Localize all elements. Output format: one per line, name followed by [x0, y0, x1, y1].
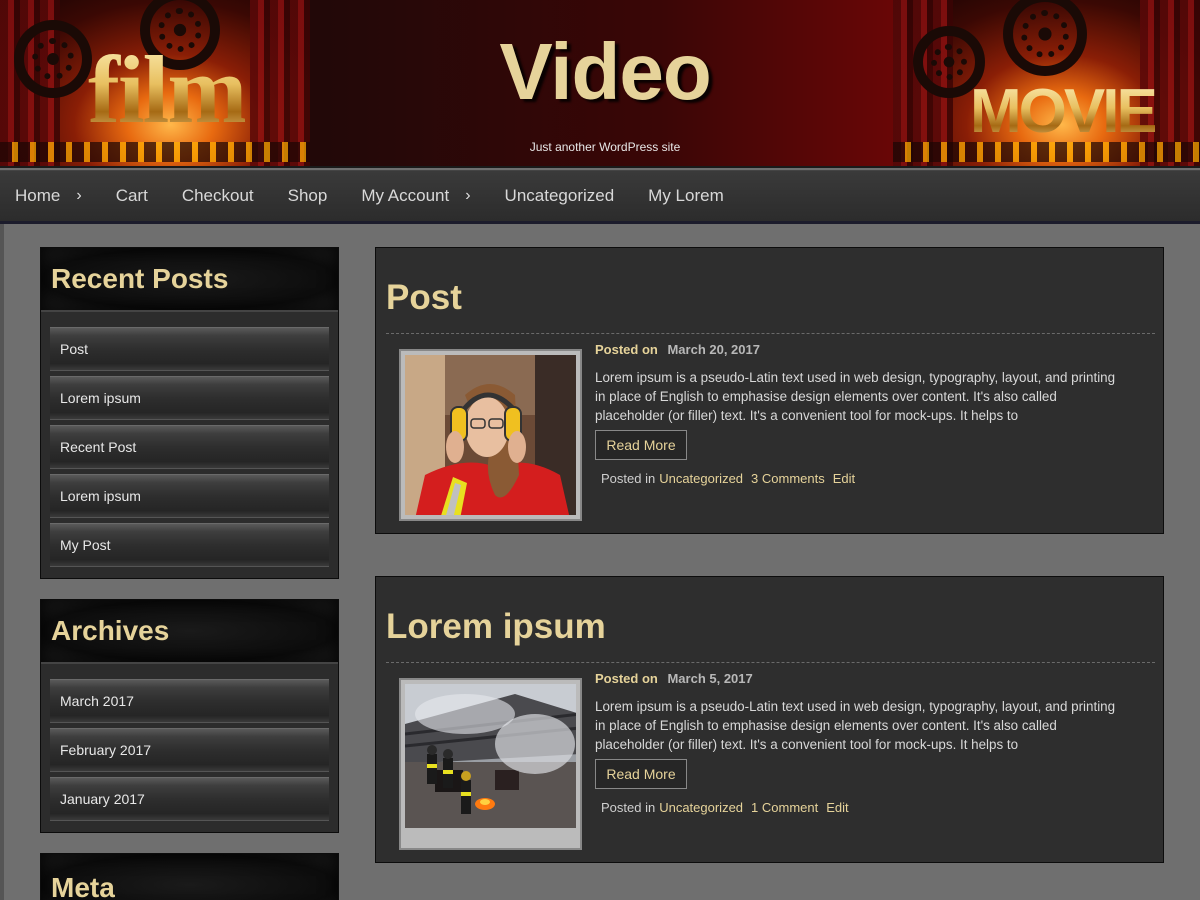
site-header: film MOVIE Video Just another WordPress … [0, 0, 1200, 168]
post-article: Lorem ipsum Posted on March 5, 2017 Lore… [375, 576, 1164, 863]
recent-posts-widget: Recent Posts Post Lorem ipsum Recent Pos… [40, 247, 339, 579]
nav-item-checkout[interactable]: Checkout [182, 186, 254, 206]
archive-link[interactable]: January 2017 [50, 777, 329, 821]
posted-on-label: Posted on [595, 671, 658, 686]
site-tagline: Just another WordPress site [529, 140, 681, 154]
post-date-line: Posted on March 20, 2017 [595, 342, 760, 357]
post-meta: Posted in Uncategorized 1 Comment Edit [601, 800, 849, 815]
archive-link[interactable]: March 2017 [50, 679, 329, 723]
posted-in-label: Posted in [601, 471, 656, 486]
recent-posts-list: Post Lorem ipsum Recent Post Lorem ipsum… [41, 312, 338, 580]
divider [386, 333, 1155, 334]
widget-header: Meta [41, 854, 338, 900]
widget-header: Recent Posts [41, 248, 338, 312]
archives-list: March 2017 February 2017 January 2017 [41, 664, 338, 834]
post-date[interactable]: March 20, 2017 [667, 342, 760, 357]
widget-title: Archives [51, 615, 170, 646]
comments-link[interactable]: 3 Comments [751, 471, 825, 486]
left-edge-strip [0, 224, 4, 900]
recent-post-link[interactable]: Recent Post [50, 425, 329, 469]
post-excerpt: Lorem ipsum is a pseudo-Latin text used … [595, 699, 1116, 752]
meta-widget: Meta [40, 853, 339, 900]
archives-widget: Archives March 2017 February 2017 Januar… [40, 599, 339, 833]
nav-item-uncategorized[interactable]: Uncategorized [505, 186, 615, 206]
post-date-line: Posted on March 5, 2017 [595, 671, 753, 686]
nav-item-label: Shop [287, 186, 328, 205]
divider [386, 662, 1155, 663]
read-more-button[interactable]: Read More [595, 430, 687, 460]
firefighters-burning-house-image [405, 684, 576, 844]
category-link[interactable]: Uncategorized [659, 471, 743, 486]
edit-link[interactable]: Edit [833, 471, 855, 486]
woman-with-ear-protectors-image [405, 355, 576, 515]
post-article: Post Posted on March 20, 2017 Lorem ipsu… [375, 247, 1164, 534]
nav-item-my-lorem[interactable]: My Lorem [648, 186, 724, 206]
nav-item-shop[interactable]: Shop [288, 186, 328, 206]
nav-item-label: My Account [361, 186, 450, 205]
main-navigation: Home › Cart Checkout Shop My Account › U… [0, 170, 1200, 224]
nav-item-label: Checkout [181, 186, 254, 205]
film-banner-image: film [0, 0, 310, 166]
nav-item-label: My Lorem [648, 186, 724, 205]
archive-link[interactable]: February 2017 [50, 728, 329, 772]
posted-in-label: Posted in [601, 800, 656, 815]
recent-post-link[interactable]: Lorem ipsum [50, 376, 329, 420]
widget-header: Archives [41, 600, 338, 664]
post-date[interactable]: March 5, 2017 [667, 671, 752, 686]
nav-item-cart[interactable]: Cart [116, 186, 148, 206]
read-more-button[interactable]: Read More [595, 759, 687, 789]
site-title[interactable]: Video [480, 26, 730, 118]
posted-on-label: Posted on [595, 342, 658, 357]
nav-item-label: Home [15, 186, 61, 205]
recent-post-link[interactable]: My Post [50, 523, 329, 567]
nav-item-label: Cart [115, 186, 148, 205]
nav-item-my-account[interactable]: My Account › [361, 186, 470, 206]
banner-film-word: film [88, 36, 247, 143]
banner-movie-word: MOVIE [970, 77, 1158, 146]
post-meta: Posted in Uncategorized 3 Comments Edit [601, 471, 855, 486]
widget-title: Meta [51, 872, 115, 900]
post-thumbnail[interactable] [399, 349, 582, 521]
nav-item-home[interactable]: Home › [15, 186, 82, 206]
post-excerpt: Lorem ipsum is a pseudo-Latin text used … [595, 370, 1116, 423]
nav-item-label: Uncategorized [504, 186, 615, 205]
post-title[interactable]: Post [386, 278, 462, 318]
chevron-right-icon: › [76, 187, 82, 204]
post-thumbnail[interactable] [399, 678, 582, 850]
recent-post-link[interactable]: Post [50, 327, 329, 371]
recent-post-link[interactable]: Lorem ipsum [50, 474, 329, 518]
comments-link[interactable]: 1 Comment [751, 800, 818, 815]
edit-link[interactable]: Edit [826, 800, 848, 815]
category-link[interactable]: Uncategorized [659, 800, 743, 815]
chevron-right-icon: › [465, 187, 471, 204]
widget-title: Recent Posts [51, 263, 229, 294]
post-title[interactable]: Lorem ipsum [386, 607, 606, 647]
